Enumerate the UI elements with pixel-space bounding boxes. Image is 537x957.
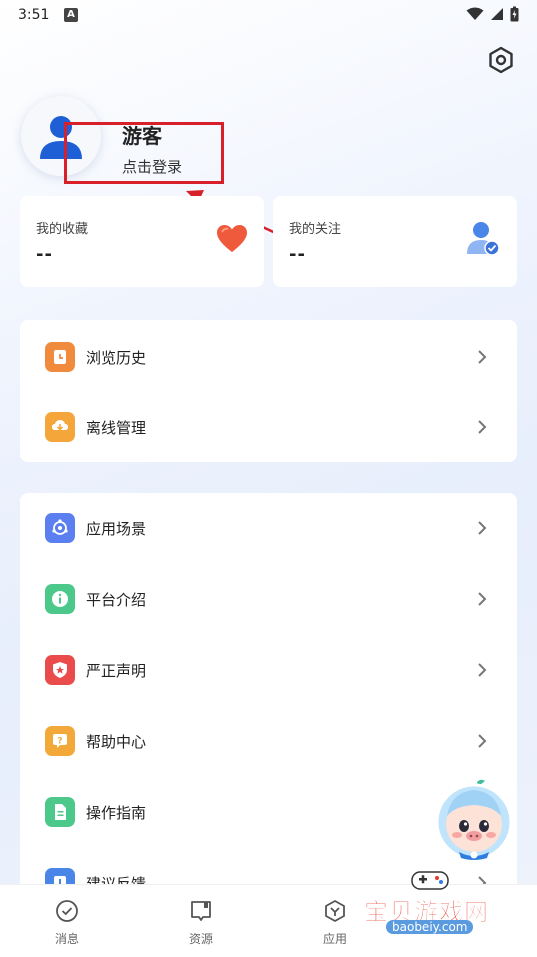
status-bar: 3:51 A bbox=[0, 0, 537, 32]
menu-item-platform[interactable]: 平台介绍 bbox=[20, 564, 516, 634]
chevron-right-icon bbox=[474, 349, 490, 365]
scene-icon bbox=[45, 513, 75, 543]
wifi-icon bbox=[466, 7, 484, 20]
menu-label-offline: 离线管理 bbox=[86, 418, 147, 437]
menu-item-help[interactable]: ? 帮助中心 bbox=[20, 706, 516, 776]
svg-text:?: ? bbox=[57, 737, 62, 747]
gamepad-icon bbox=[411, 871, 449, 890]
menu-label-statement: 严正声明 bbox=[86, 661, 147, 680]
resource-icon bbox=[191, 901, 211, 921]
tab-resources[interactable]: 资源 bbox=[171, 899, 231, 947]
settings-button[interactable] bbox=[485, 44, 517, 76]
download-icon bbox=[45, 412, 75, 442]
menu-label-scenes: 应用场景 bbox=[86, 519, 147, 538]
chevron-right-icon bbox=[474, 591, 490, 607]
menu-item-offline[interactable]: 离线管理 bbox=[20, 392, 516, 462]
following-count: -- bbox=[289, 244, 306, 265]
tab-apps[interactable]: 应用 bbox=[305, 899, 365, 947]
following-title: 我的关注 bbox=[289, 222, 342, 237]
favorites-count: -- bbox=[36, 244, 53, 265]
chevron-right-icon bbox=[474, 733, 490, 749]
app-icon bbox=[325, 900, 345, 922]
mascot-icon bbox=[435, 779, 513, 861]
favorites-card[interactable]: 我的收藏 -- bbox=[20, 196, 264, 287]
status-time: 3:51 bbox=[18, 7, 50, 23]
chevron-right-icon bbox=[474, 520, 490, 536]
message-icon bbox=[56, 900, 78, 922]
statement-icon bbox=[45, 655, 75, 685]
watermark-logo: 宝贝游戏网 baobeiy.com bbox=[358, 862, 508, 942]
menu-label-platform: 平台介绍 bbox=[86, 590, 147, 609]
menu-item-scenes[interactable]: 应用场景 bbox=[20, 493, 516, 563]
favorites-title: 我的收藏 bbox=[36, 222, 89, 237]
help-icon: ? bbox=[45, 726, 75, 756]
tab-label-messages: 消息 bbox=[54, 932, 79, 946]
menu-item-statement[interactable]: 严正声明 bbox=[20, 635, 516, 705]
notification-a-icon: A bbox=[64, 8, 78, 22]
tab-label-apps: 应用 bbox=[322, 932, 347, 946]
tab-messages[interactable]: 消息 bbox=[37, 899, 97, 947]
floating-assistant-button[interactable] bbox=[433, 778, 515, 862]
menu-group-history: 浏览历史 离线管理 bbox=[20, 320, 517, 462]
settings-icon bbox=[489, 46, 513, 74]
info-icon bbox=[45, 584, 75, 614]
watermark-url: baobeiy.com bbox=[386, 920, 474, 934]
annotation-highlight-box bbox=[64, 122, 224, 184]
status-icons bbox=[466, 6, 519, 22]
menu-item-history[interactable]: 浏览历史 bbox=[20, 322, 516, 392]
battery-icon bbox=[510, 6, 519, 22]
chevron-right-icon bbox=[474, 662, 490, 678]
menu-label-help: 帮助中心 bbox=[86, 732, 147, 751]
following-card[interactable]: 我的关注 -- bbox=[273, 196, 517, 287]
history-icon bbox=[45, 342, 75, 372]
menu-label-guide: 操作指南 bbox=[86, 803, 147, 822]
signal-icon bbox=[491, 8, 503, 20]
menu-label-history: 浏览历史 bbox=[86, 348, 147, 367]
guide-icon bbox=[45, 797, 75, 827]
heart-icon bbox=[217, 225, 247, 252]
tab-label-resources: 资源 bbox=[188, 932, 213, 946]
user-check-icon bbox=[467, 222, 500, 256]
chevron-right-icon bbox=[474, 419, 490, 435]
